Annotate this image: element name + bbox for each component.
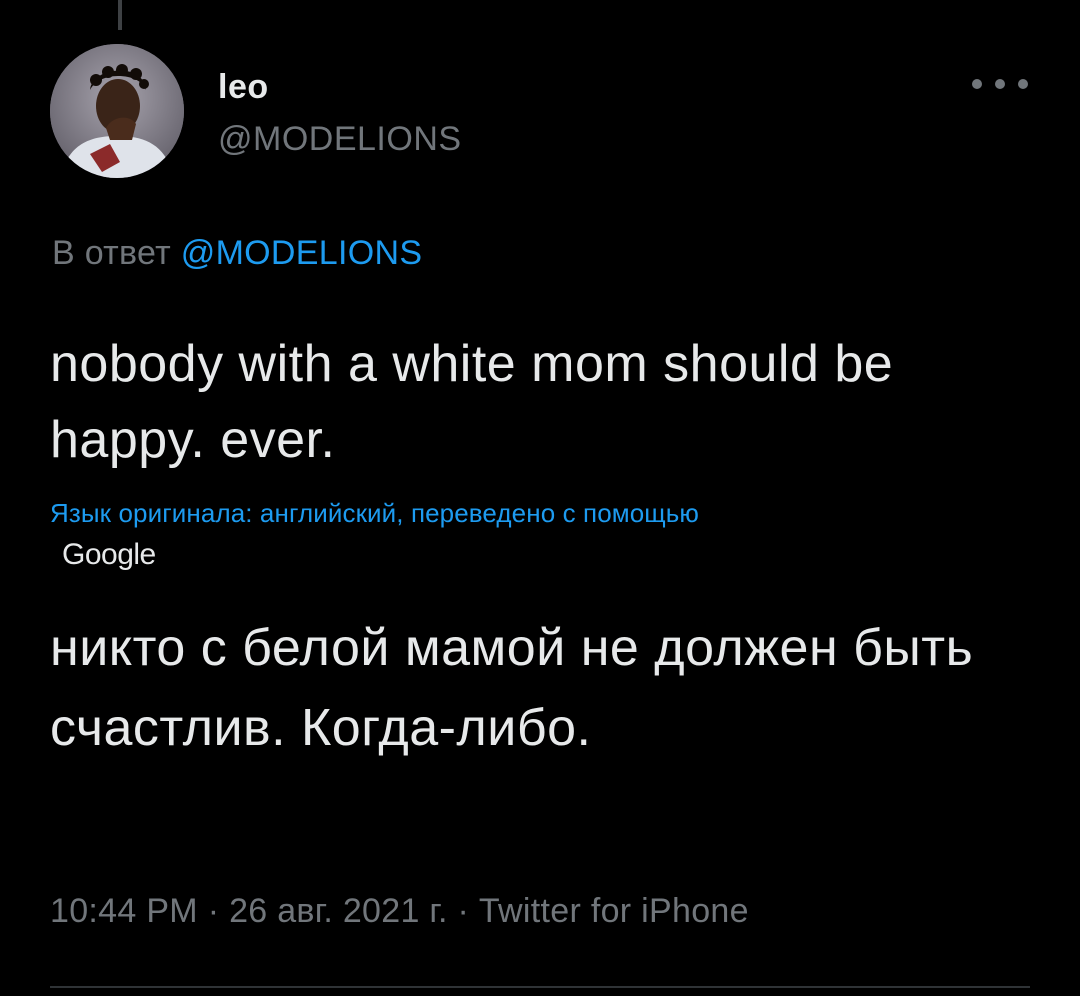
author-handle[interactable]: @MODELIONS [218,120,462,159]
tweet-time[interactable]: 10:44 PM [50,892,198,930]
translation-note-link[interactable]: Язык оригинала: английский, переведено с… [50,498,699,529]
reply-prefix: В ответ [52,234,171,272]
tweet-header: leo @MODELIONS [50,40,1040,180]
thread-connector-line [118,0,122,30]
reply-mention-link[interactable]: @MODELIONS [181,234,423,272]
translated-tweet-text: никто с белой мамой не должен быть счаст… [50,619,974,757]
tweet-meta: 10:44 PM · 26 авг. 2021 г. · Twitter for… [50,892,749,931]
google-logo: Google [62,538,156,571]
more-horizontal-icon [1018,79,1028,89]
reply-context: В ответ @MODELIONS [52,234,422,273]
author-name[interactable]: leo [218,68,269,107]
more-horizontal-icon [972,79,982,89]
meta-separator: · [207,892,220,930]
user-avatar-icon [50,44,184,178]
more-horizontal-icon [995,79,1005,89]
tweet-text: nobody with a white mom should be happy.… [50,335,894,469]
meta-separator: · [457,892,470,930]
more-options-button[interactable] [972,72,1028,96]
tweet-date[interactable]: 26 авг. 2021 г. [229,892,448,930]
avatar[interactable] [50,44,184,178]
divider [50,986,1030,988]
tweet-source-link[interactable]: Twitter for iPhone [479,892,749,930]
